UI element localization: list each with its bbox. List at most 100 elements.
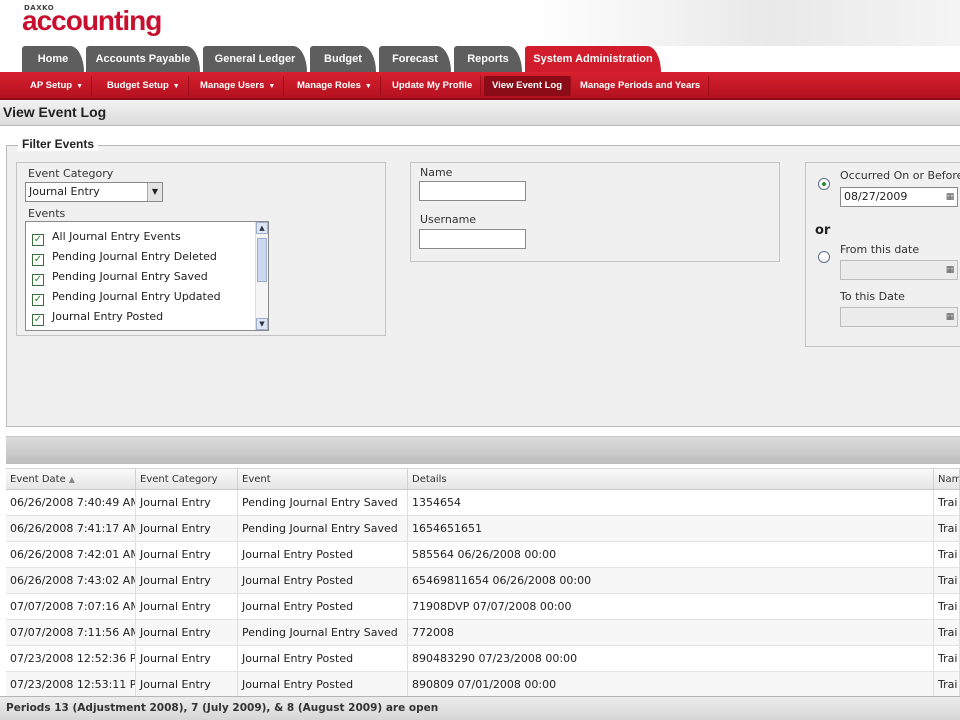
column-header-name[interactable]: Name [934,469,960,490]
table-cell: 07/23/2008 12:52:36 PM [6,646,136,671]
table-cell: Pending Journal Entry Saved [238,516,408,541]
status-bar: Periods 13 (Adjustment 2008), 7 (July 20… [0,696,960,720]
page-title: View Event Log [3,104,107,120]
occurred-date-input[interactable]: 08/27/2009 ▦ [840,187,958,207]
table-row[interactable]: 07/23/2008 12:52:36 PM Journal Entry Journ… [6,646,960,672]
grid-toolbar [6,436,960,464]
menu-view-event-log[interactable]: View Event Log [484,76,572,96]
scroll-down-icon[interactable]: ▼ [256,318,268,330]
to-date-label: To this Date [840,290,905,303]
from-date-input[interactable]: ▦ [840,260,958,280]
table-cell: 07/07/2008 7:11:56 AM [6,620,136,645]
calendar-icon[interactable]: ▦ [943,188,957,206]
checkbox-checked-icon[interactable]: ✓ [32,274,44,286]
table-cell: 07/23/2008 12:53:11 PM [6,672,136,696]
event-grid: 06/26/2008 7:40:49 AM Journal Entry Pendin… [6,490,960,696]
tab-accounts-payable[interactable]: Accounts Payable [86,46,200,72]
table-row[interactable]: 06/26/2008 7:42:01 AM Journal Entry Journa… [6,542,960,568]
user-panel: Name Username [410,162,780,262]
sort-ascending-icon: ▲ [68,475,75,484]
tab-forecast[interactable]: Forecast [379,46,451,72]
chevron-down-icon: ▼ [364,83,372,90]
table-cell: 06/26/2008 7:41:17 AM [6,516,136,541]
table-cell: 06/26/2008 7:40:49 AM [6,490,136,515]
table-cell: Trai [934,542,960,567]
event-category-select[interactable]: Journal Entry ▼ [25,182,163,202]
events-label: Events [28,207,66,220]
table-cell: Trai [934,646,960,671]
event-option[interactable]: ✓ Pending Journal Entry Saved [32,268,208,286]
filter-legend: Filter Events [18,137,99,151]
tab-general-ledger[interactable]: General Ledger [203,46,307,72]
to-date-input[interactable]: ▦ [840,307,958,327]
event-option[interactable]: ✓ Pending Journal Entry Deleted [32,248,217,266]
table-row[interactable]: 07/07/2008 7:07:16 AM Journal Entry Journa… [6,594,960,620]
menu-ap-setup[interactable]: AP Setup ▼ [22,76,92,96]
name-input[interactable] [419,181,526,201]
table-cell: Trai [934,568,960,593]
table-cell: Journal Entry Posted [238,542,408,567]
events-listbox[interactable]: ✓ All Journal Entry Events ✓ Pending Journ… [25,221,269,331]
scroll-thumb[interactable] [257,238,267,282]
table-row[interactable]: 07/07/2008 7:11:56 AM Journal Entry Pendin… [6,620,960,646]
tab-home[interactable]: Home [22,46,84,72]
table-cell: 585564 06/26/2008 00:00 [408,542,934,567]
table-row[interactable]: 07/23/2008 12:53:11 PM Journal Entry Journ… [6,672,960,696]
table-cell: 1354654 [408,490,934,515]
tab-reports[interactable]: Reports [454,46,522,72]
menu-manage-periods-and-years[interactable]: Manage Periods and Years [572,76,710,96]
occurred-label: Occurred On or Before [840,169,960,182]
username-input[interactable] [419,229,526,249]
table-row[interactable]: 06/26/2008 7:41:17 AM Journal Entry Pendin… [6,516,960,542]
checkbox-checked-icon[interactable]: ✓ [32,294,44,306]
event-option[interactable]: ✓ Pending Journal Entry Updated [32,288,221,306]
checkbox-checked-icon[interactable]: ✓ [32,314,44,326]
event-option[interactable]: ✓ Journal Entry Posted [32,308,163,326]
table-row[interactable]: 06/26/2008 7:40:49 AM Journal Entry Pendin… [6,490,960,516]
scroll-up-icon[interactable]: ▲ [256,222,268,234]
column-header-event-category[interactable]: Event Category [136,469,238,490]
date-panel: Occurred On or Before 08/27/2009 ▦ or Fr… [805,162,960,347]
menu-update-my-profile[interactable]: Update My Profile [384,76,482,96]
column-header-event[interactable]: Event [238,469,408,490]
table-cell: Trai [934,620,960,645]
events-scrollbar[interactable]: ▲ ▼ [255,222,268,330]
filter-area: Filter Events Event Category Journal Ent… [0,127,960,435]
calendar-icon[interactable]: ▦ [943,308,957,326]
event-option[interactable]: ✓ All Journal Entry Events [32,228,181,246]
menu-manage-users[interactable]: Manage Users ▼ [192,76,285,96]
menu-budget-setup[interactable]: Budget Setup ▼ [99,76,189,96]
tab-system-administration[interactable]: System Administration [525,46,661,72]
menu-manage-roles[interactable]: Manage Roles ▼ [289,76,381,96]
table-cell: 06/26/2008 7:42:01 AM [6,542,136,567]
table-cell: 890809 07/01/2008 00:00 [408,672,934,696]
chevron-down-icon: ▼ [172,83,180,90]
table-cell: 772008 [408,620,934,645]
or-label: or [815,223,831,238]
column-header-event-date[interactable]: Event Date ▲ [6,469,136,490]
table-cell: 07/07/2008 7:07:16 AM [6,594,136,619]
checkbox-checked-icon[interactable]: ✓ [32,234,44,246]
chevron-down-icon: ▼ [268,83,276,90]
calendar-icon[interactable]: ▦ [943,261,957,279]
occurred-radio[interactable] [818,178,830,190]
table-cell: 890483290 07/23/2008 00:00 [408,646,934,671]
name-label: Name [420,166,453,179]
tab-budget[interactable]: Budget [310,46,376,72]
date-range-radio[interactable] [818,251,830,263]
chevron-down-icon[interactable]: ▼ [147,183,162,201]
table-cell: Trai [934,516,960,541]
checkbox-checked-icon[interactable]: ✓ [32,254,44,266]
table-cell: 71908DVP 07/07/2008 00:00 [408,594,934,619]
username-label: Username [420,213,477,226]
column-header-details[interactable]: Details [408,469,934,490]
table-cell: Pending Journal Entry Saved [238,490,408,515]
grid-header: Event Date ▲ Event Category Event Details… [6,468,960,490]
table-row[interactable]: 06/26/2008 7:43:02 AM Journal Entry Journa… [6,568,960,594]
table-cell: Journal Entry [136,646,238,671]
table-cell: Journal Entry Posted [238,672,408,696]
table-cell: Journal Entry [136,516,238,541]
table-cell: Journal Entry Posted [238,594,408,619]
page-title-bar: View Event Log [0,100,960,126]
app-logo: accounting [22,5,162,36]
